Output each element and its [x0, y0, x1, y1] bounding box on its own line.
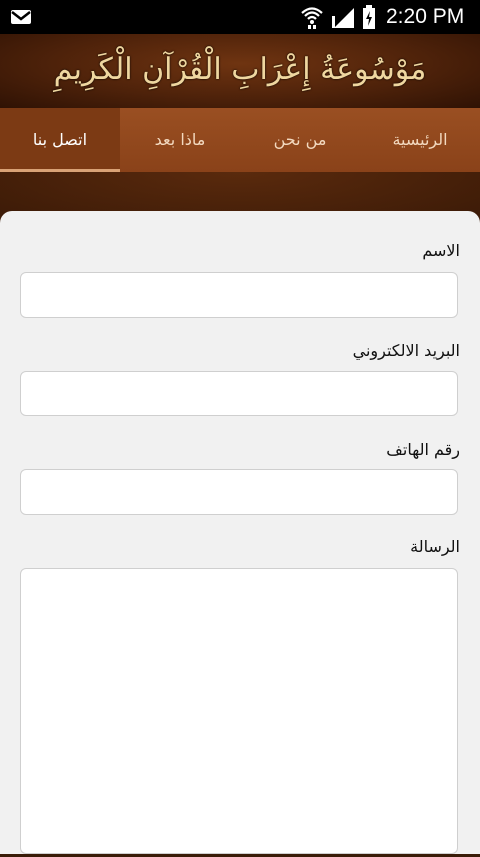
status-bar: 2:20 PM: [0, 0, 480, 34]
tab-home[interactable]: الرئيسية: [360, 108, 480, 172]
phone-label: رقم الهاتف: [386, 440, 460, 459]
tab-whats-next[interactable]: ماذا بعد: [120, 108, 240, 172]
message-label: الرسالة: [410, 537, 460, 556]
signal-icon: [332, 8, 354, 28]
wifi-icon: [301, 7, 323, 29]
phone-field-box: [20, 469, 458, 515]
status-time: 2:20 PM: [386, 5, 465, 28]
tab-bar: الرئيسية من نحن ماذا بعد اتصل بنا: [0, 108, 480, 172]
message-field[interactable]: [21, 569, 457, 853]
tab-contact[interactable]: اتصل بنا: [0, 108, 120, 172]
email-field[interactable]: [21, 372, 457, 415]
tab-about[interactable]: من نحن: [240, 108, 360, 172]
message-field-box: [20, 568, 458, 854]
name-field[interactable]: [21, 273, 457, 317]
phone-field[interactable]: [21, 470, 457, 514]
email-field-box: [20, 371, 458, 416]
name-field-box: [20, 272, 458, 318]
gmail-icon: [11, 10, 31, 24]
name-label: الاسم: [422, 241, 460, 260]
contact-form: الاسم البريد الالكتروني رقم الهاتف الرسا…: [0, 211, 480, 854]
email-label: البريد الالكتروني: [352, 341, 460, 360]
app-banner: مَوْسُوعَةُ إِعْرَابِ الْقُرْآنِ الْكَرِ…: [0, 34, 480, 108]
battery-charging-icon: [363, 5, 375, 29]
app-title: مَوْسُوعَةُ إِعْرَابِ الْقُرْآنِ الْكَرِ…: [53, 52, 427, 87]
